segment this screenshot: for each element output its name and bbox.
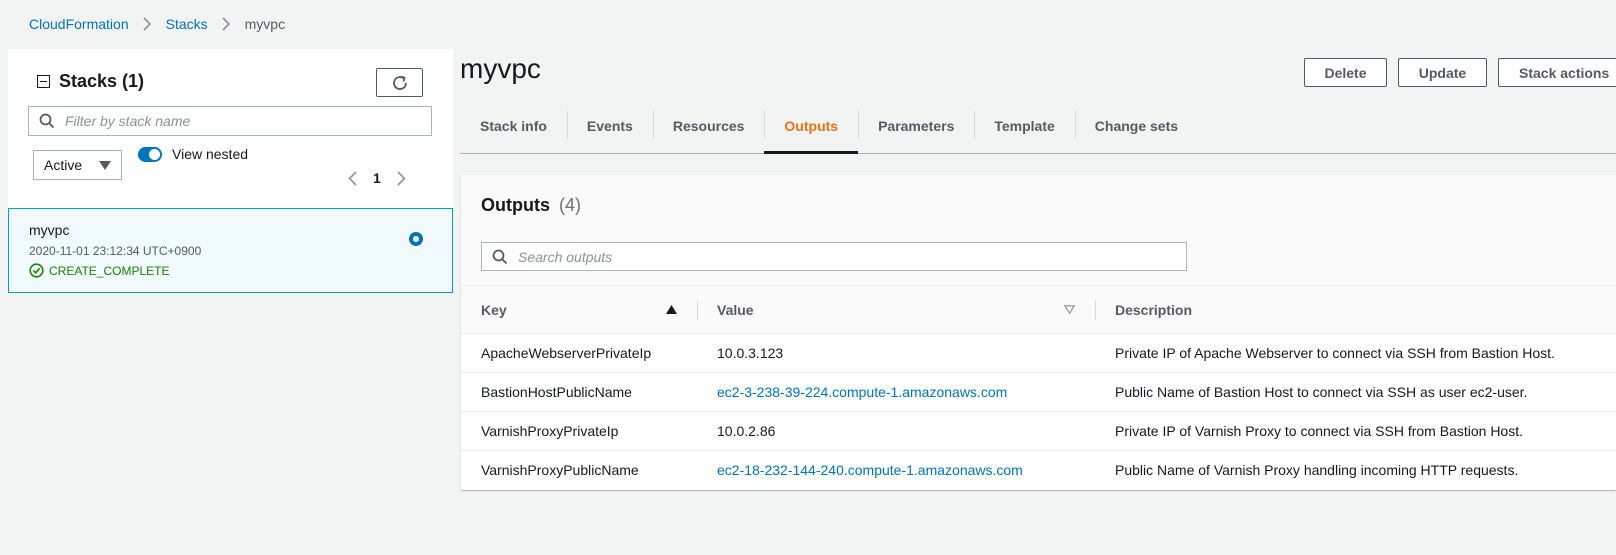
column-header-key-label: Key <box>481 301 507 318</box>
stack-list-item[interactable]: myvpc 2020-11-01 23:12:34 UTC+0900 CREAT… <box>8 208 453 293</box>
breadcrumb: CloudFormation Stacks myvpc <box>29 16 285 32</box>
stack-select-radio[interactable] <box>409 232 423 246</box>
view-nested-label: View nested <box>172 146 249 162</box>
stack-item-status: CREATE_COMPLETE <box>29 263 169 278</box>
table-row: ApacheWebserverPrivateIp 10.0.3.123 Priv… <box>461 333 1616 373</box>
page-number[interactable]: 1 <box>373 170 381 186</box>
stack-action-buttons: Delete Update Stack actions <box>1304 58 1616 87</box>
stacks-count: (1) <box>122 71 145 91</box>
outputs-count: (4) <box>559 195 582 215</box>
pagination: 1 <box>348 170 406 186</box>
column-header-description-label: Description <box>1115 301 1193 318</box>
stacks-title-text: Stacks <box>59 71 118 91</box>
stack-filter-input[interactable] <box>65 113 405 129</box>
outputs-panel: Outputs (4) Key <box>461 175 1616 490</box>
outputs-table-header-row: Key Value Description <box>461 286 1616 334</box>
stack-actions-button[interactable]: Stack actions <box>1498 58 1616 87</box>
output-value-link[interactable]: ec2-18-232-144-240.compute-1.amazonaws.c… <box>717 462 1023 478</box>
view-nested-toggle-wrap: View nested <box>138 146 248 162</box>
stack-status-text: CREATE_COMPLETE <box>49 263 170 278</box>
output-key: BastionHostPublicName <box>461 372 697 412</box>
breadcrumb-current: myvpc <box>244 16 286 32</box>
chevron-right-icon <box>397 170 406 186</box>
output-key: VarnishProxyPublicName <box>481 462 639 479</box>
stacks-panel-header: Stacks (1) Active View nested <box>8 49 453 214</box>
tab-resources[interactable]: Resources <box>652 99 765 153</box>
refresh-icon <box>391 74 409 92</box>
chevron-left-icon <box>348 170 357 186</box>
previous-page-button[interactable] <box>348 170 357 186</box>
tab-parameters[interactable]: Parameters <box>858 99 974 153</box>
table-row: VarnishProxyPrivateIp 10.0.2.86 Private … <box>461 411 1616 451</box>
update-button[interactable]: Update <box>1398 58 1487 87</box>
column-header-value-label: Value <box>717 301 754 318</box>
status-filter-value: Active <box>44 157 83 173</box>
check-circle-icon <box>29 263 44 278</box>
refresh-button[interactable] <box>376 68 423 97</box>
delete-button[interactable]: Delete <box>1304 58 1387 87</box>
tab-events[interactable]: Events <box>566 99 653 153</box>
stack-item-timestamp: 2020-11-01 23:12:34 UTC+0900 <box>29 244 202 258</box>
output-description: Public Name of Bastion Host to connect v… <box>1095 372 1616 412</box>
stack-filter-field <box>28 106 432 136</box>
outputs-title-text: Outputs <box>481 195 550 215</box>
chevron-right-icon <box>143 17 152 31</box>
table-row: VarnishProxyPublicName ec2-18-232-144-24… <box>461 451 1616 490</box>
stacks-panel: Stacks (1) Active View nested <box>8 49 453 302</box>
tab-stack-info[interactable]: Stack info <box>460 99 567 153</box>
output-description: Public Name of Varnish Proxy handling in… <box>1115 462 1519 479</box>
page-title: myvpc <box>460 53 541 84</box>
sort-descending-icon <box>1064 305 1075 314</box>
view-nested-toggle[interactable] <box>138 146 162 162</box>
column-header-value[interactable]: Value <box>697 286 1095 334</box>
table-row: BastionHostPublicName ec2-3-238-39-224.c… <box>461 372 1616 412</box>
outputs-search-input[interactable] <box>518 248 1168 265</box>
caret-down-icon <box>99 160 111 170</box>
sort-ascending-icon <box>666 305 677 314</box>
output-description: Private IP of Apache Webserver to connec… <box>1095 333 1616 373</box>
output-key: VarnishProxyPrivateIp <box>461 411 697 451</box>
output-value: 10.0.2.86 <box>697 411 1095 451</box>
collapse-icon[interactable] <box>37 75 50 88</box>
tab-change-sets[interactable]: Change sets <box>1074 99 1198 153</box>
search-icon <box>492 249 508 265</box>
outputs-search-field <box>481 242 1187 271</box>
stacks-panel-title: Stacks (1) <box>37 71 144 92</box>
outputs-title: Outputs (4) <box>481 195 581 216</box>
tab-outputs[interactable]: Outputs <box>764 99 858 154</box>
next-page-button[interactable] <box>397 170 406 186</box>
breadcrumb-stacks-link[interactable]: Stacks <box>166 16 208 32</box>
column-header-description: Description <box>1095 286 1616 334</box>
output-value: 10.0.3.123 <box>697 333 1095 373</box>
column-header-key[interactable]: Key <box>461 286 697 334</box>
chevron-right-icon <box>222 17 231 31</box>
outputs-table: Key Value Description ApacheWebserverPri… <box>461 286 1616 490</box>
stack-detail-tabs: Stack info Events Resources Outputs Para… <box>460 99 1616 154</box>
output-key: ApacheWebserverPrivateIp <box>461 333 697 373</box>
status-filter-select[interactable]: Active <box>33 150 122 180</box>
stack-item-name: myvpc <box>29 222 70 238</box>
output-description: Private IP of Varnish Proxy to connect v… <box>1095 411 1616 451</box>
breadcrumb-cloudformation-link[interactable]: CloudFormation <box>29 16 129 32</box>
output-value-link[interactable]: ec2-3-238-39-224.compute-1.amazonaws.com <box>717 384 1007 400</box>
tab-template[interactable]: Template <box>974 99 1074 153</box>
outputs-header: Outputs (4) <box>461 175 1616 286</box>
search-icon <box>39 113 55 129</box>
